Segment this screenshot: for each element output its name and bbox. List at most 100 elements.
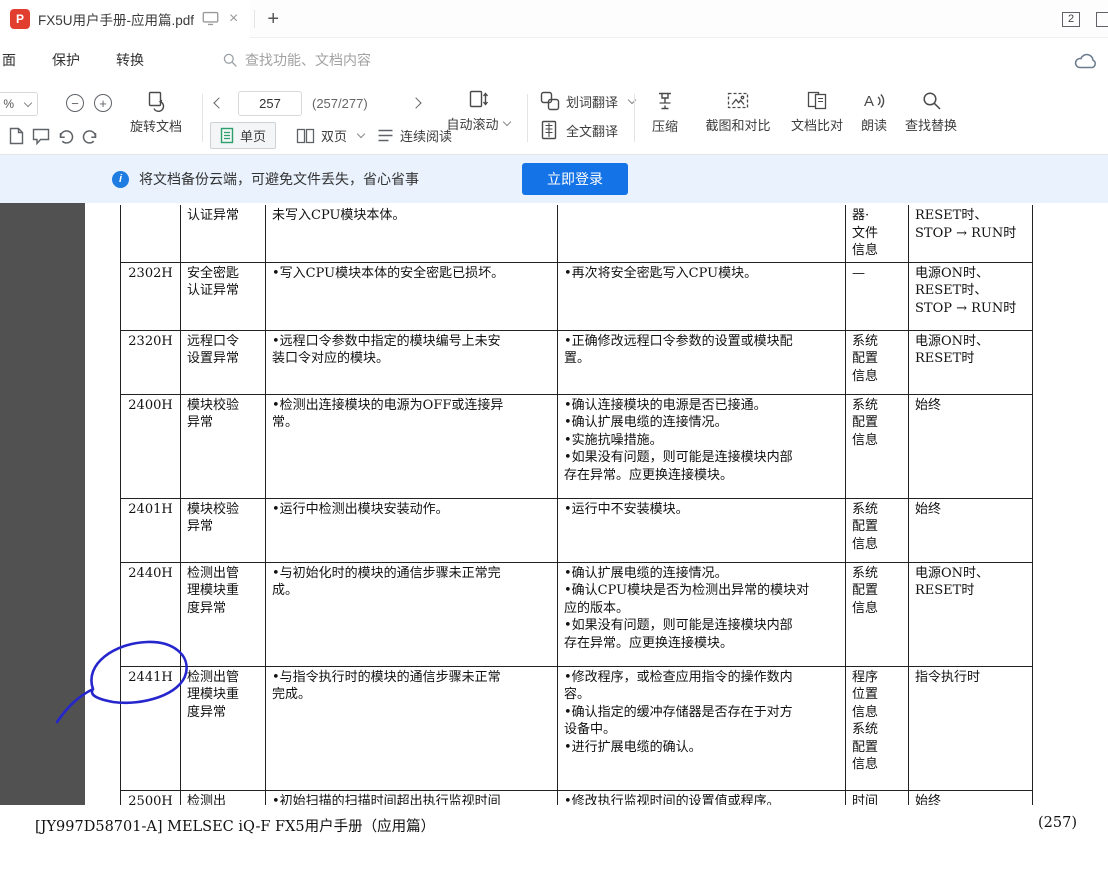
read-aloud-button[interactable]: A 朗读 xyxy=(852,90,896,134)
login-now-button[interactable]: 立即登录 xyxy=(522,163,628,195)
zoom-level-combo[interactable]: % xyxy=(0,92,38,116)
menu-item-protect[interactable]: 保护 xyxy=(52,50,80,70)
read-aloud-icon: A xyxy=(863,90,886,111)
cell-solution: •修改执行监视时间的设置值或程序。 xyxy=(558,790,846,805)
cell-info: 系统 配置 信息 xyxy=(846,562,909,666)
next-page-button[interactable] xyxy=(412,96,422,110)
comment-icon[interactable] xyxy=(31,126,51,146)
chevron-down-icon xyxy=(357,130,365,138)
pdf-reader-window: P FX5U用户手册-应用篇.pdf × + 2 面 保护 转换 xyxy=(0,0,1108,883)
search-box[interactable] xyxy=(222,52,415,68)
cell-timing: RESET时、 STOP → RUN时 xyxy=(909,205,1033,262)
table-row: 认证异常未写入CPU模块本体。 器· 文件 信息RESET时、 STOP → RU… xyxy=(121,205,1033,262)
screenshot-compare-button[interactable]: 截图和对比 xyxy=(698,90,778,134)
cell-code: 2320H xyxy=(121,330,181,394)
cell-info: — xyxy=(846,262,909,330)
translate-selection-button[interactable]: 划词翻译 xyxy=(540,91,635,111)
cell-info: 器· 文件 信息 xyxy=(846,205,909,262)
view-double-page-button[interactable]: 双页 xyxy=(287,122,373,149)
cell-solution: •修改程序，或检查应用指令的操作数内 容。 •确认指定的缓冲存储器是否存在于对方… xyxy=(558,666,846,790)
zoom-out-button[interactable]: − xyxy=(66,94,84,112)
document-tab[interactable]: P FX5U用户手册-应用篇.pdf × xyxy=(0,0,250,38)
cell-code: 2440H xyxy=(121,562,181,666)
tab-bar: P FX5U用户手册-应用篇.pdf × + 2 xyxy=(0,0,1108,38)
compress-icon xyxy=(654,90,676,112)
rotate-document-label: 旋转文档 xyxy=(130,116,182,135)
tab-close-icon[interactable]: × xyxy=(227,11,240,27)
menu-bar: 面 保护 转换 xyxy=(0,38,1108,82)
chevron-down-icon xyxy=(502,118,510,126)
screen-cast-icon[interactable] xyxy=(202,11,219,26)
cloud-backup-banner: i 将文档备份云端，可避免文件丢失，省心省事 立即登录 xyxy=(0,155,1108,203)
banner-text: 将文档备份云端，可避免文件丢失，省心省事 xyxy=(139,169,419,189)
menu-item-page-partial[interactable]: 面 xyxy=(2,50,16,70)
double-page-icon xyxy=(296,128,315,144)
tab-title: FX5U用户手册-应用篇.pdf xyxy=(38,9,194,29)
cell-info: 系统 配置 信息 xyxy=(846,394,909,498)
svg-text:A: A xyxy=(864,93,874,110)
page-number-input[interactable] xyxy=(239,92,301,115)
cell-code: 2401H xyxy=(121,498,181,562)
cell-name: 检测出管 理模块重 度异常 xyxy=(181,562,266,666)
page-number-footer: (257) xyxy=(1038,815,1077,831)
auto-scroll-icon xyxy=(467,88,489,110)
cell-code: 2500H xyxy=(121,790,181,805)
cell-desc: •远程口令参数中指定的模块编号上未安 装口令对应的模块。 xyxy=(266,330,558,394)
divider xyxy=(527,94,528,142)
pdf-app-icon: P xyxy=(10,9,30,29)
cell-desc: •与初始化时的模块的通信步骤未正常完 成。 xyxy=(266,562,558,666)
search-input[interactable] xyxy=(245,52,415,68)
cell-name: 检测出管 理模块重 度异常 xyxy=(181,666,266,790)
pdf-canvas[interactable]: 认证异常未写入CPU模块本体。 器· 文件 信息RESET时、 STOP → RU… xyxy=(0,203,1108,883)
cell-info: 系统 配置 信息 xyxy=(846,498,909,562)
cell-solution: •确认扩展电缆的连接情况。 •确认CPU模块是否为检测出异常的模块对 应的版本。… xyxy=(558,562,846,666)
compress-button[interactable]: 压缩 xyxy=(642,90,688,135)
zoom-in-button[interactable]: + xyxy=(94,94,112,112)
zoom-unit-label: % xyxy=(3,97,14,111)
page-count-label: (257/277) xyxy=(312,96,368,111)
cell-desc: 未写入CPU模块本体。 xyxy=(266,205,558,262)
table-row: 2440H检测出管 理模块重 度异常•与初始化时的模块的通信步骤未正常完 成。•… xyxy=(121,562,1033,666)
menu-item-convert[interactable]: 转换 xyxy=(116,50,144,70)
table-row: 2400H模块校验 异常•检测出连接模块的电源为OFF或连接异 常。•确认连接模… xyxy=(121,394,1033,498)
annotate-page-icon[interactable] xyxy=(6,126,26,146)
translate-full-text-button[interactable]: 全文翻译 xyxy=(540,120,635,140)
read-aloud-label: 朗读 xyxy=(861,115,887,134)
clipped-window-icon[interactable] xyxy=(1096,12,1108,27)
cell-name: 模块校验 异常 xyxy=(181,394,266,498)
cell-info: 程序 位置 信息 系统 配置 信息 xyxy=(846,666,909,790)
find-replace-icon xyxy=(921,90,942,111)
table-row: 2302H安全密匙 认证异常•写入CPU模块本体的安全密匙已损坏。•再次将安全密… xyxy=(121,262,1033,330)
translate-full-text-label: 全文翻译 xyxy=(566,121,618,140)
cell-solution: •再次将安全密匙写入CPU模块。 xyxy=(558,262,846,330)
window-list-icon[interactable]: 2 xyxy=(1062,12,1080,27)
cell-solution: •正确修改远程口令参数的设置或模块配 置。 xyxy=(558,330,846,394)
page-footer: [JY997D58701-A] MELSEC iQ-F FX5用户手册（应用篇）… xyxy=(0,805,1108,883)
cloud-sync-icon[interactable] xyxy=(1073,50,1100,70)
page-number-input-box[interactable] xyxy=(238,91,302,116)
find-replace-label: 查找替换 xyxy=(905,115,957,134)
cell-name: 认证异常 xyxy=(181,205,266,262)
cell-info: 时间 xyxy=(846,790,909,805)
translate-selection-label: 划词翻译 xyxy=(566,92,618,111)
previous-page-button[interactable] xyxy=(215,96,225,110)
cell-name: 模块校验 异常 xyxy=(181,498,266,562)
find-replace-button[interactable]: 查找替换 xyxy=(898,90,964,134)
table-row: 2401H模块校验 异常•运行中检测出模块安装动作。•运行中不安装模块。系统 配… xyxy=(121,498,1033,562)
document-compare-button[interactable]: 文档比对 xyxy=(786,90,848,134)
cell-code xyxy=(121,205,181,262)
cell-solution: •确认连接模块的电源是否已接通。 •确认扩展电缆的连接情况。 •实施抗噪措施。 … xyxy=(558,394,846,498)
cell-code: 2400H xyxy=(121,394,181,498)
view-single-page-button[interactable]: 单页 xyxy=(210,122,276,149)
undo-rotate-icon[interactable] xyxy=(56,127,76,147)
new-tab-button[interactable]: + xyxy=(267,9,279,29)
auto-scroll-button[interactable]: 自动滚动 xyxy=(436,88,520,133)
cell-desc: •检测出连接模块的电源为OFF或连接异 常。 xyxy=(266,394,558,498)
rotate-document-button[interactable]: 旋转文档 xyxy=(124,90,188,135)
redo-rotate-icon[interactable] xyxy=(80,127,100,147)
continuous-read-icon xyxy=(377,128,394,143)
divider xyxy=(634,94,635,142)
translate-selection-icon xyxy=(540,91,560,111)
cell-code: 2302H xyxy=(121,262,181,330)
auto-scroll-label: 自动滚动 xyxy=(446,114,509,133)
